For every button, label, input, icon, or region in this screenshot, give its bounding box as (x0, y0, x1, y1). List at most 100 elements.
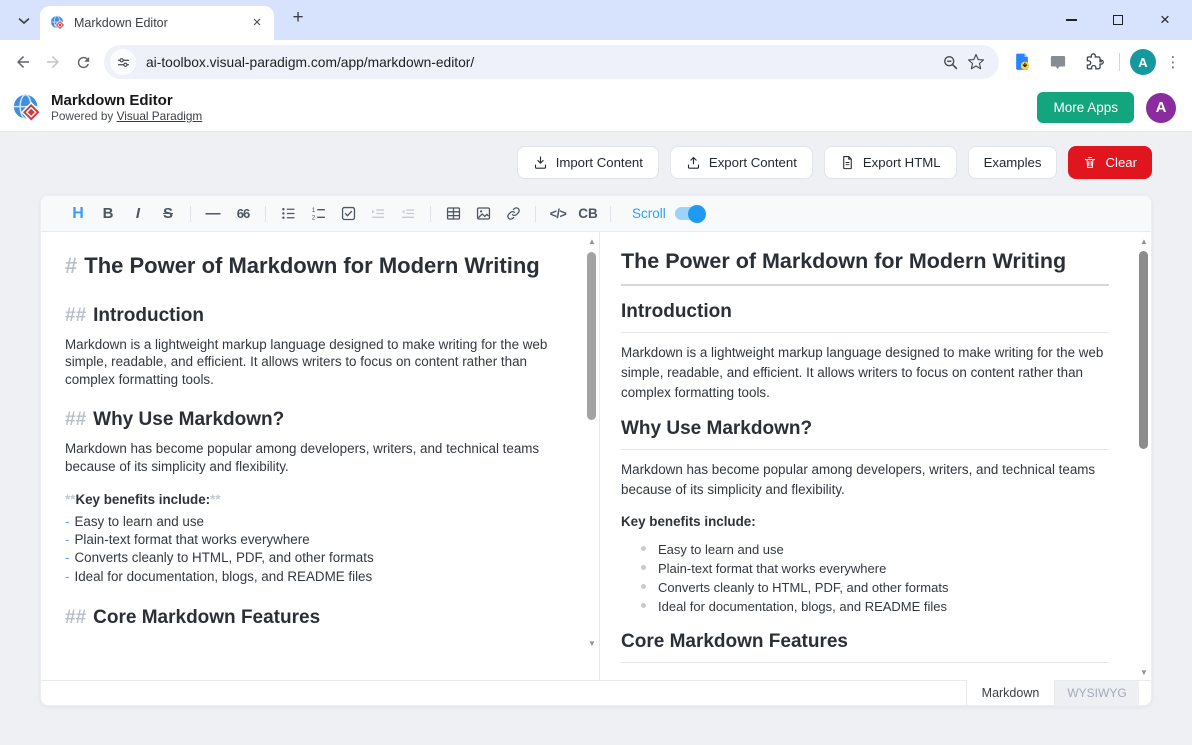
export-content-button[interactable]: Export Content (670, 146, 813, 179)
image-button[interactable] (468, 201, 498, 227)
preview-bullet-list: Easy to learn and use Plain-text format … (621, 540, 1109, 616)
bold-button[interactable]: B (93, 201, 123, 227)
extensions-button[interactable] (1079, 47, 1109, 77)
powered-by-prefix: Powered by (51, 109, 117, 123)
italic-button[interactable]: I (123, 201, 153, 227)
md-list-item[interactable]: -Plain-text format that works everywhere (65, 531, 561, 549)
bold-marker: ** (65, 492, 75, 507)
bullet-list-button[interactable] (273, 201, 303, 227)
table-button[interactable] (438, 201, 468, 227)
new-tab-button[interactable]: + (286, 7, 310, 29)
checkbox-icon (340, 205, 357, 222)
scroll-up-icon[interactable]: ▲ (1138, 237, 1150, 246)
maximize-icon (1113, 15, 1123, 25)
right-scrollbar-thumb[interactable] (1139, 251, 1148, 449)
powered-by: Powered by Visual Paradigm (51, 109, 202, 123)
forward-icon (44, 53, 62, 71)
md-bold-text: Key benefits include: (75, 492, 210, 507)
forward-button[interactable] (38, 47, 68, 77)
md-h2-line[interactable]: ##Why Use Markdown? (65, 407, 561, 433)
window-maximize-button[interactable] (1111, 13, 1125, 27)
scroll-down-icon[interactable]: ▼ (1138, 668, 1150, 677)
clear-button[interactable]: Clear (1068, 146, 1152, 179)
divider (190, 206, 191, 222)
zoom-out-icon (942, 54, 959, 71)
bullet-icon (641, 546, 646, 551)
bullet-list-icon (280, 205, 297, 222)
examples-button[interactable]: Examples (968, 146, 1058, 179)
comment-extension-button[interactable] (1043, 47, 1073, 77)
bookmark-button[interactable] (963, 49, 989, 75)
indent-icon (369, 205, 387, 222)
browser-titlebar: Markdown Editor × + × (0, 0, 1192, 40)
file-icon (840, 155, 855, 170)
markdown-source-pane[interactable]: #The Power of Markdown for Modern Writin… (41, 232, 599, 680)
divider (430, 206, 431, 222)
link-button[interactable] (498, 201, 528, 227)
app-user-avatar[interactable]: A (1146, 93, 1176, 123)
browser-tab[interactable]: Markdown Editor × (40, 6, 274, 40)
blockquote-button[interactable]: 66 (228, 201, 258, 227)
preview-h2: Introduction (621, 300, 1109, 333)
reload-button[interactable] (68, 47, 98, 77)
list-item-text: Plain-text format that works everywhere (658, 559, 886, 578)
inline-code-button[interactable]: </> (543, 201, 573, 227)
dash-marker: - (65, 550, 69, 565)
md-h2-line[interactable]: ##Introduction (65, 303, 561, 329)
md-list-item[interactable]: -Ideal for documentation, blogs, and REA… (65, 568, 561, 586)
code-block-button[interactable]: CB (573, 201, 603, 227)
address-bar[interactable]: ai-toolbox.visual-paradigm.com/app/markd… (104, 45, 999, 79)
preview-paragraph: Markdown is a lightweight markup languag… (621, 343, 1109, 403)
scroll-sync-toggle[interactable] (675, 207, 705, 220)
outdent-icon (399, 205, 417, 222)
minimize-icon (1066, 19, 1077, 20)
strikethrough-button[interactable]: S (153, 201, 183, 227)
left-scrollbar-thumb[interactable] (587, 252, 596, 420)
md-h2-line[interactable]: ##Core Markdown Features (65, 605, 561, 631)
editor-toolbar: H B I S — 66 12 </> (41, 196, 1151, 232)
tab-wysiwyg[interactable]: WYSIWYG (1055, 681, 1139, 705)
scroll-down-icon[interactable]: ▼ (586, 639, 598, 648)
divider (535, 206, 536, 222)
tab-markdown[interactable]: Markdown (966, 680, 1055, 705)
ordered-list-button[interactable]: 12 (303, 201, 333, 227)
tab-close-icon[interactable]: × (248, 14, 266, 32)
md-bold-line[interactable]: **Key benefits include:** (65, 491, 561, 508)
visual-paradigm-link[interactable]: Visual Paradigm (117, 109, 203, 123)
preview-h2: Core Markdown Features (621, 630, 1109, 663)
dash-marker: - (65, 532, 69, 547)
export-content-label: Export Content (709, 155, 797, 170)
zoom-button[interactable] (937, 49, 963, 75)
md-paragraph[interactable]: Markdown has become popular among develo… (65, 440, 561, 475)
site-settings-button[interactable] (110, 49, 136, 75)
horizontal-rule-button[interactable]: — (198, 201, 228, 227)
md-h1-line[interactable]: #The Power of Markdown for Modern Writin… (65, 248, 561, 284)
url-text[interactable]: ai-toolbox.visual-paradigm.com/app/markd… (146, 55, 937, 70)
preview-h2: Why Use Markdown? (621, 417, 1109, 450)
docs-offline-extension-button[interactable] (1007, 47, 1037, 77)
bullet-icon (641, 584, 646, 589)
md-list-item[interactable]: -Easy to learn and use (65, 513, 561, 531)
app-title: Markdown Editor (51, 92, 202, 109)
back-button[interactable] (8, 47, 38, 77)
scroll-up-icon[interactable]: ▲ (586, 237, 598, 246)
more-apps-button[interactable]: More Apps (1037, 92, 1134, 123)
browser-menu-button[interactable]: ⋮ (1162, 53, 1184, 71)
window-close-button[interactable]: × (1158, 13, 1172, 27)
tab-search-button[interactable] (10, 7, 38, 35)
favicon-visual-paradigm-icon (50, 15, 66, 31)
md-list-item[interactable]: -Converts cleanly to HTML, PDF, and othe… (65, 549, 561, 567)
divider (265, 206, 266, 222)
browser-profile-avatar[interactable]: A (1130, 49, 1156, 75)
window-minimize-button[interactable] (1064, 13, 1078, 27)
list-item-text: Easy to learn and use (658, 540, 784, 559)
md-list-text: Plain-text format that works everywhere (74, 532, 309, 547)
heading-button[interactable]: H (63, 201, 93, 227)
outdent-button[interactable] (393, 201, 423, 227)
indent-button[interactable] (363, 201, 393, 227)
import-content-button[interactable]: Import Content (517, 146, 659, 179)
task-list-button[interactable] (333, 201, 363, 227)
md-paragraph[interactable]: Markdown is a lightweight markup languag… (65, 336, 561, 388)
bullet-icon (641, 603, 646, 608)
export-html-button[interactable]: Export HTML (824, 146, 957, 179)
